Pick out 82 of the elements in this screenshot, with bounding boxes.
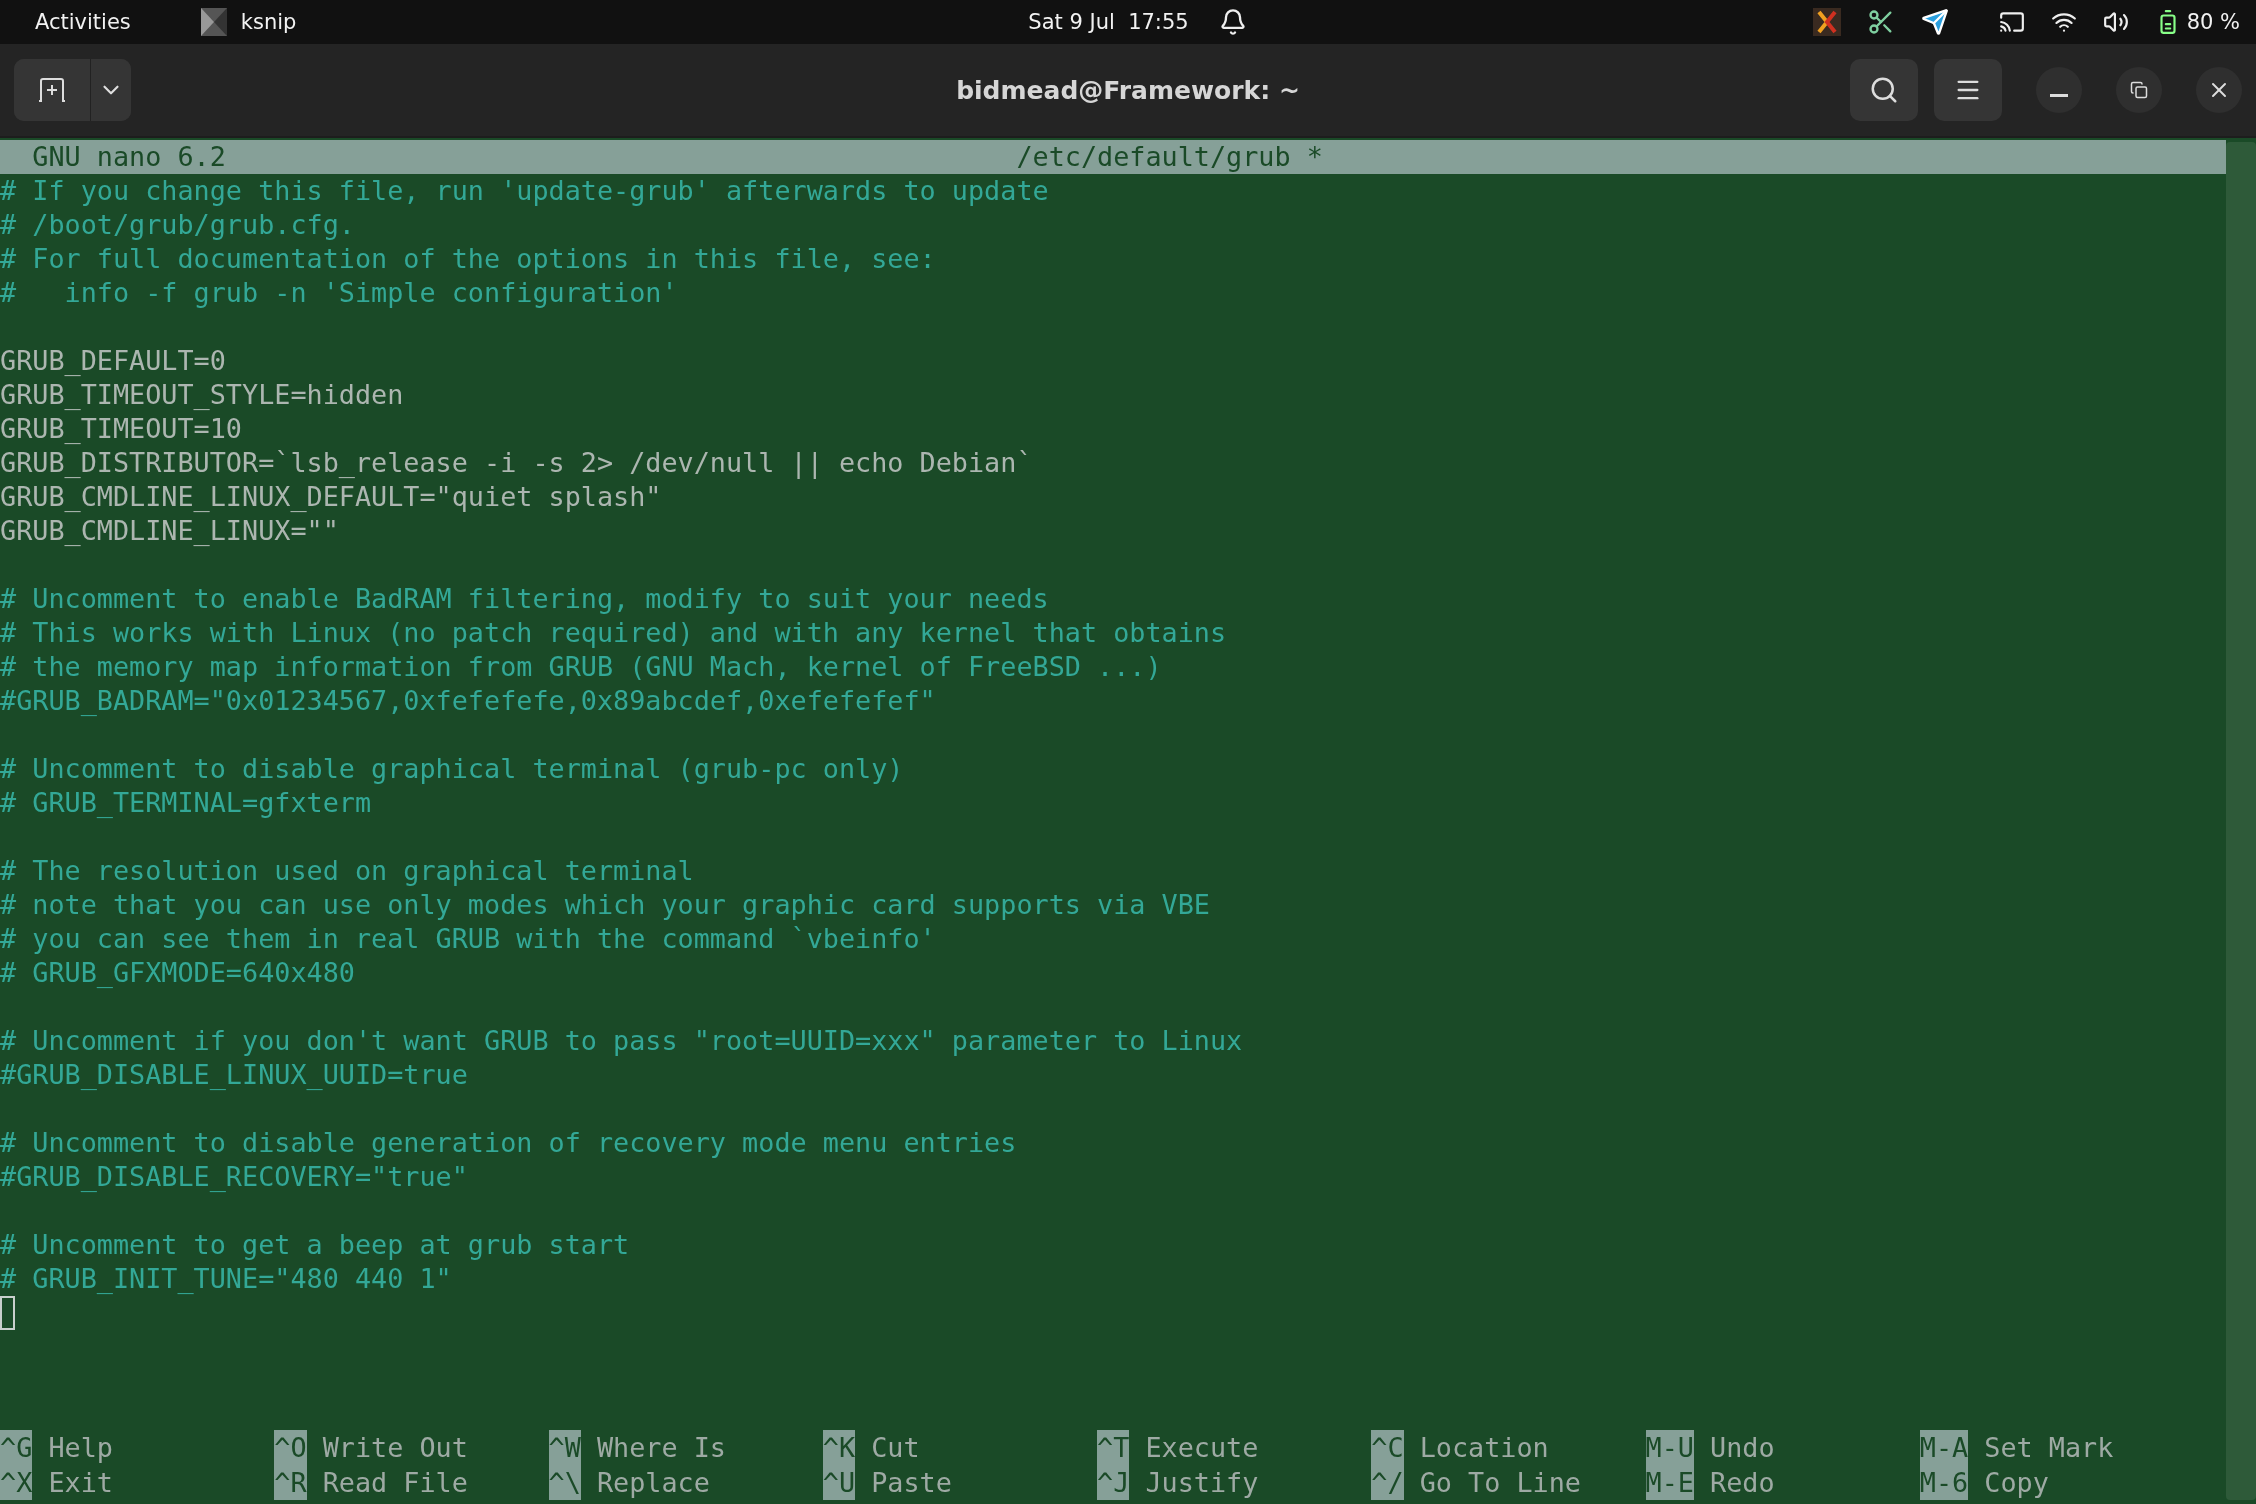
comment-line: # GRUB_TERMINAL=gfxterm <box>0 787 372 818</box>
shortcut-label: Redo <box>1709 1466 1775 1500</box>
comment-line: # The resolution used on graphical terminal <box>0 855 694 886</box>
shortcut-key: M-E <box>1645 1465 1694 1500</box>
shortcut-key: ^/ <box>1371 1465 1404 1500</box>
comment-line: # This works with Linux (no patch required) and with any kernel that obtains <box>0 617 1227 648</box>
app-icon <box>200 8 227 36</box>
shortcut-key: M-6 <box>1919 1465 1969 1500</box>
shortcut-key: M-A <box>1919 1430 1969 1465</box>
comment-line: # GRUB_GFXMODE=640x480 <box>0 957 355 988</box>
comment-line: # Uncomment to disable generation of recovery mode menu entries <box>0 1127 1017 1158</box>
shortcut-label: Paste <box>870 1466 952 1500</box>
comment-line: # Uncomment to get a beep at grub start <box>0 1229 630 1260</box>
shortcut-key: ^G <box>0 1430 33 1465</box>
search-icon <box>1869 75 1899 105</box>
shortcut-label: Set Mark <box>1983 1431 2114 1465</box>
comment-line: # If you change this file, run 'update-grub' afterwards to update <box>0 175 1049 206</box>
shortcut-label: Where Is <box>595 1431 726 1465</box>
comment-line: # the memory map information from GRUB (GNU Mach, kernel of FreeBSD ...) <box>0 651 1162 682</box>
shortcut-key: ^W <box>548 1430 581 1465</box>
comment-line: # you can see them in real GRUB with the command `vbeinfo' <box>0 923 936 954</box>
shortcut-key: ^U <box>822 1465 856 1500</box>
shortcut-key: ^O <box>274 1430 307 1465</box>
shortcut-label: Justify <box>1144 1466 1259 1500</box>
shortcut-label: Replace <box>595 1466 710 1500</box>
window-title: bidmead@Framework: ~ <box>956 75 1300 105</box>
shortcut-key: ^X <box>0 1465 33 1500</box>
shortcut-label: Execute <box>1144 1431 1259 1465</box>
setting-line: GRUB_CMDLINE_LINUX="" <box>0 515 339 546</box>
comment-line: # /boot/grub/grub.cfg. <box>0 209 355 240</box>
volume-icon[interactable] <box>2102 9 2129 35</box>
shortcut-key: M-U <box>1645 1430 1694 1465</box>
cast-icon[interactable] <box>1998 9 2025 35</box>
setting-line: GRUB_DISTRIBUTOR=`lsb_release -i -s 2> /dev/null || echo Debian` <box>0 447 1033 478</box>
shortcut-label: Read File <box>321 1466 468 1500</box>
text-cursor <box>0 1296 15 1330</box>
setting-line: GRUB_DEFAULT=0 <box>0 345 226 376</box>
menu-button[interactable] <box>1934 59 2002 121</box>
comment-line: #GRUB_DISABLE_LINUX_UUID=true <box>0 1059 468 1090</box>
comment-line: # Uncomment to enable BadRAM filtering, modify to suit your needs <box>0 583 1049 614</box>
new-tab-icon <box>37 77 67 103</box>
minimize-icon <box>2050 93 2068 97</box>
shortcut-label: Help <box>47 1431 113 1465</box>
shortcut-key: ^C <box>1371 1430 1404 1465</box>
comment-line: #GRUB_BADRAM="0x01234567,0xfefefefe,0x89abcdef,0xefefefef" <box>0 685 936 716</box>
paper-plane-icon[interactable] <box>1920 8 1949 36</box>
shortcut-label: Cut <box>870 1431 920 1465</box>
close-button[interactable] <box>2196 67 2242 113</box>
shortcut-key: ^J <box>1097 1465 1130 1500</box>
clock[interactable]: Sat 9 Jul 17:55 <box>1028 10 1189 34</box>
comment-line: # Uncomment if you don't want GRUB to pass "root=UUID=xxx" parameter to Linux <box>0 1025 1243 1056</box>
restore-button[interactable] <box>2116 67 2162 113</box>
comment-line: # info -f grub -n 'Simple configuration' <box>0 277 678 308</box>
shortcut-label: Undo <box>1709 1431 1775 1465</box>
shortcut-key: ^R <box>274 1465 307 1500</box>
shortcut-label: Copy <box>1983 1466 2049 1500</box>
comment-line: #GRUB_DISABLE_RECOVERY="true" <box>0 1161 468 1192</box>
setting-line: GRUB_CMDLINE_LINUX_DEFAULT="quiet splash" <box>0 481 662 512</box>
shortcut-key: ^T <box>1097 1430 1130 1465</box>
setting-line: GRUB_TIMEOUT_STYLE=hidden <box>0 379 404 410</box>
comment-line: # GRUB_INIT_TUNE="480 440 1" <box>0 1263 452 1294</box>
shortcut-label: Exit <box>47 1466 113 1500</box>
shortcut-label: Go To Line <box>1418 1466 1581 1500</box>
minimize-button[interactable] <box>2036 67 2082 113</box>
bell-icon[interactable] <box>1218 8 1247 36</box>
app-menu[interactable]: ksnip <box>240 10 297 34</box>
nano-version: GNU nano 6.2 <box>32 140 227 174</box>
activities-button[interactable]: Activities <box>35 10 131 34</box>
app-indicator-icon <box>1812 8 1841 36</box>
scrollbar[interactable] <box>2226 142 2256 1500</box>
shortcut-key: ^K <box>822 1430 856 1465</box>
shortcut-key: ^\ <box>548 1465 581 1500</box>
comment-line: # note that you can use only modes which your graphic card supports via VBE <box>0 889 1210 920</box>
comment-line: # Uncomment to disable graphical terminal (grub-pc only) <box>0 753 904 784</box>
file-name: /etc/default/grub * <box>1016 140 1324 174</box>
search-button[interactable] <box>1850 59 1918 121</box>
setting-line: GRUB_TIMEOUT=10 <box>0 413 242 444</box>
comment-line: # For full documentation of the options in this file, see: <box>0 243 936 274</box>
shortcut-label: Location <box>1418 1431 1549 1465</box>
battery-percentage: 80 % <box>2186 10 2240 34</box>
restore-icon <box>2130 81 2148 99</box>
shortcut-label: Write Out <box>321 1431 468 1465</box>
